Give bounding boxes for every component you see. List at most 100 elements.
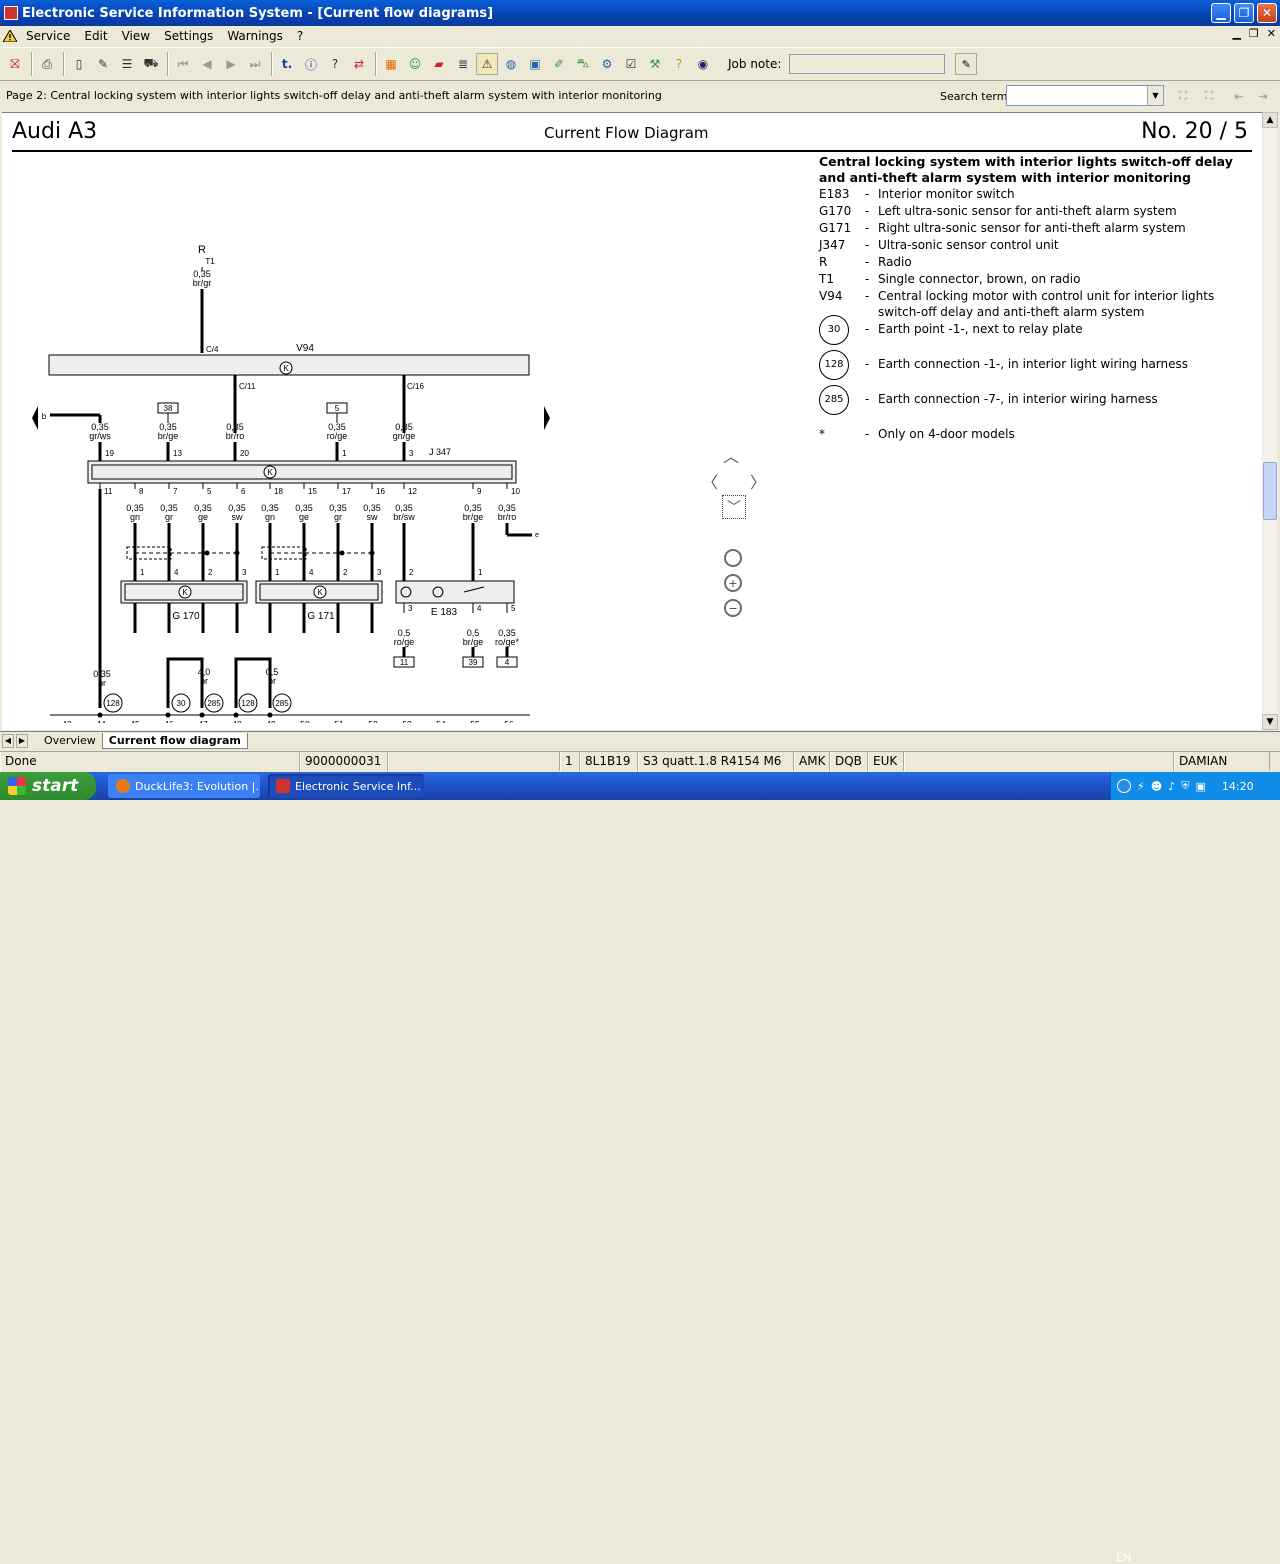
- swap-icon[interactable]: ⇄: [348, 53, 370, 75]
- globe-icon[interactable]: ◍: [500, 53, 522, 75]
- info-icon[interactable]: ⓘ: [300, 53, 322, 75]
- zoom-out-icon[interactable]: −: [724, 599, 742, 617]
- scroll-down-icon[interactable]: ▼: [1262, 714, 1278, 730]
- car-icon[interactable]: ⛍: [572, 53, 594, 75]
- first-page-icon[interactable]: ⏮: [172, 53, 194, 75]
- disk-icon[interactable]: ▣: [524, 53, 546, 75]
- e183-label: E 183: [431, 607, 458, 618]
- legend-code: R: [819, 255, 828, 269]
- grid-number: 53: [402, 719, 412, 723]
- tab-current-flow-diagram[interactable]: Current flow diagram: [101, 732, 248, 749]
- previous-hit-icon[interactable]: ⇤: [1228, 85, 1250, 107]
- legend-dash: -: [865, 238, 870, 252]
- start-button[interactable]: start: [0, 772, 96, 800]
- find-next-icon[interactable]: ⛶: [1198, 85, 1220, 107]
- pin-label: 2: [208, 568, 213, 577]
- wire-color: sw: [232, 512, 244, 522]
- next-page-icon[interactable]: ▶: [220, 53, 242, 75]
- edit-document-icon[interactable]: ✎: [92, 53, 114, 75]
- mdi-minimize-button[interactable]: ▁: [1232, 27, 1240, 40]
- connector-label: C/11: [239, 382, 256, 391]
- pin-label: 4: [174, 568, 179, 577]
- security-icon[interactable]: ⛨: [1181, 779, 1189, 793]
- search-input[interactable]: ▼: [1006, 85, 1164, 106]
- tools-icon[interactable]: ⚒: [644, 53, 666, 75]
- last-page-icon[interactable]: ⏭: [244, 53, 266, 75]
- legend-text: Radio: [878, 255, 912, 269]
- legend-code: E183: [819, 187, 850, 201]
- job-note-field[interactable]: [789, 54, 946, 74]
- tray-app-icon[interactable]: ▣: [1195, 780, 1205, 793]
- diagnosis-icon[interactable]: ⚙: [596, 53, 618, 75]
- earth-code: 285: [207, 699, 221, 708]
- checklist-icon[interactable]: ☑: [620, 53, 642, 75]
- info-bar: Page 2: Central locking system with inte…: [0, 82, 1280, 110]
- task-label: DuckLife3: Evolution |...: [135, 779, 260, 793]
- minimize-button[interactable]: ▁: [1211, 3, 1231, 23]
- diagram-number: No. 20 / 5: [1141, 119, 1248, 144]
- print-icon[interactable]: ⎙: [36, 53, 58, 75]
- grid-icon[interactable]: ▦: [380, 53, 402, 75]
- tab-overview[interactable]: Overview: [38, 733, 102, 749]
- menu-settings[interactable]: Settings: [157, 29, 220, 43]
- pin-label: 20: [240, 449, 249, 458]
- list-icon[interactable]: ≣: [452, 53, 474, 75]
- menu-service[interactable]: Service: [19, 29, 77, 43]
- legend-dash: -: [865, 272, 870, 286]
- vehicle-icon[interactable]: ⛟: [140, 53, 162, 75]
- menu-edit[interactable]: Edit: [77, 29, 114, 43]
- pan-left-icon[interactable]: 〈: [702, 469, 718, 493]
- zoom-in-icon[interactable]: +: [724, 574, 742, 592]
- messenger-icon[interactable]: ☻: [1151, 780, 1162, 793]
- tray-expand-icon[interactable]: [1117, 779, 1131, 793]
- taskbar-item-ducklife[interactable]: DuckLife3: Evolution |...: [108, 774, 260, 798]
- mdi-close-button[interactable]: ✕: [1267, 27, 1276, 40]
- scroll-thumb[interactable]: [1263, 462, 1277, 520]
- control-unit-letter: K: [267, 468, 273, 477]
- warning-tool-icon[interactable]: ⚠: [476, 53, 498, 75]
- tab-scroll-right-icon[interactable]: ▶: [16, 733, 28, 748]
- mdi-restore-button[interactable]: ❐: [1249, 27, 1259, 40]
- document-list-icon[interactable]: ☰: [116, 53, 138, 75]
- exit-icon[interactable]: ⛝: [4, 53, 26, 75]
- pan-down-icon[interactable]: ﹀: [722, 495, 746, 519]
- pin-label: 17: [342, 487, 351, 496]
- find-icon[interactable]: ⛶: [1172, 85, 1194, 107]
- book-icon[interactable]: ▰: [428, 53, 450, 75]
- tab-scroll-left-icon[interactable]: ◀: [2, 733, 14, 748]
- new-document-icon[interactable]: ▯: [68, 53, 90, 75]
- text-icon[interactable]: t.: [276, 53, 298, 75]
- flag-icon[interactable]: ◉: [692, 53, 714, 75]
- prev-page-icon[interactable]: ◀: [196, 53, 218, 75]
- pin-label: 3: [242, 568, 247, 577]
- question-icon[interactable]: ?: [324, 53, 346, 75]
- menu-view[interactable]: View: [115, 29, 157, 43]
- menu-help[interactable]: ?: [290, 29, 310, 43]
- start-label: start: [32, 776, 79, 796]
- wiring-diagram: RT10,35br/grKV94C/4C/11 C/16b0,35gr/ws193…: [32, 244, 550, 723]
- close-button[interactable]: ✕: [1257, 3, 1277, 23]
- vertical-scrollbar[interactable]: ▲ ▼: [1262, 112, 1278, 730]
- menu-warnings[interactable]: Warnings: [220, 29, 290, 43]
- pan-up-icon[interactable]: ︿: [723, 443, 739, 467]
- pen-icon[interactable]: ✐: [548, 53, 570, 75]
- scroll-up-icon[interactable]: ▲: [1262, 112, 1278, 128]
- job-note-edit-icon[interactable]: ✎: [955, 53, 978, 75]
- volume-icon[interactable]: ♪: [1168, 780, 1175, 793]
- next-hit-icon[interactable]: ⇥: [1252, 85, 1274, 107]
- taskbar-item-esis[interactable]: Electronic Service Inf...: [268, 774, 424, 798]
- maximize-button[interactable]: ❐: [1234, 3, 1254, 23]
- wire-ref: b: [42, 412, 47, 421]
- chevron-down-icon[interactable]: ▼: [1147, 86, 1163, 105]
- wire-color: gn: [130, 512, 140, 522]
- help-doc-icon[interactable]: ?: [668, 53, 690, 75]
- status-cell: [904, 752, 1174, 771]
- zoom-icon[interactable]: [724, 549, 742, 567]
- language-indicator[interactable]: EN: [1116, 1551, 1131, 1564]
- pin-label: 5: [207, 487, 212, 496]
- pan-right-icon[interactable]: 〉: [750, 469, 766, 493]
- legend-text: Earth connection -1-, in interior light …: [878, 357, 1189, 371]
- legend-text: Earth connection -7-, in interior wiring…: [878, 392, 1158, 406]
- network-icon[interactable]: ⚡: [1137, 780, 1145, 793]
- person-icon[interactable]: ☺: [404, 53, 426, 75]
